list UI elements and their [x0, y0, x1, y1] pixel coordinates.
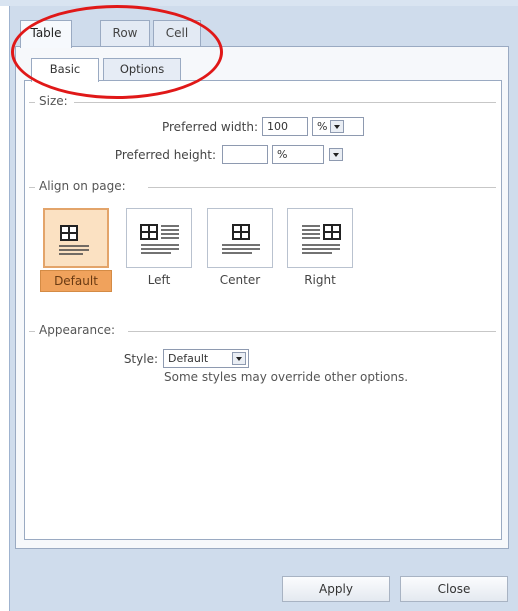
preferred-width-unit-value: %	[317, 120, 328, 133]
align-left-button[interactable]	[126, 208, 192, 268]
close-button[interactable]: Close	[400, 576, 508, 602]
preferred-height-input[interactable]	[222, 145, 268, 164]
align-right-button[interactable]	[287, 208, 353, 268]
size-section-title: Size:	[39, 94, 68, 108]
style-note: Some styles may override other options.	[164, 370, 409, 384]
preferred-width-input[interactable]: 100	[262, 117, 308, 136]
tab-row[interactable]: Row	[100, 20, 150, 46]
table-default-icon	[59, 225, 89, 255]
size-divider-left	[29, 102, 35, 103]
chevron-down-icon[interactable]	[330, 120, 344, 133]
chevron-down-icon[interactable]	[232, 352, 246, 365]
preferred-width-label: Preferred width:	[161, 120, 258, 134]
align-center-button[interactable]	[207, 208, 273, 268]
preferred-height-unit-select[interactable]: %	[272, 145, 324, 164]
chevron-down-icon[interactable]	[329, 148, 343, 161]
preferred-height-label: Preferred height:	[114, 148, 216, 162]
size-divider	[74, 102, 496, 103]
style-label: Style:	[123, 352, 158, 366]
align-default-button[interactable]	[43, 208, 109, 268]
align-divider-left	[29, 187, 35, 188]
appearance-divider	[128, 331, 496, 332]
table-center-icon	[222, 224, 260, 254]
appearance-section-title: Appearance:	[39, 323, 116, 337]
preferred-height-unit-value: %	[277, 148, 288, 161]
align-left-label: Left	[147, 273, 171, 287]
align-center-label: Center	[219, 273, 261, 287]
tab-cell[interactable]: Cell	[153, 20, 201, 46]
table-right-icon	[302, 224, 341, 254]
tab-table[interactable]: Table	[20, 20, 72, 48]
apply-button[interactable]: Apply	[282, 576, 390, 602]
align-section-title: Align on page:	[39, 179, 126, 193]
table-left-icon	[140, 224, 179, 254]
appearance-divider-left	[29, 331, 35, 332]
align-right-label: Right	[304, 273, 336, 287]
subtab-options[interactable]: Options	[103, 58, 181, 80]
style-select-value: Default	[168, 352, 209, 365]
align-divider	[148, 187, 496, 188]
align-default-label: Default	[40, 270, 112, 292]
subtab-basic[interactable]: Basic	[31, 58, 99, 82]
